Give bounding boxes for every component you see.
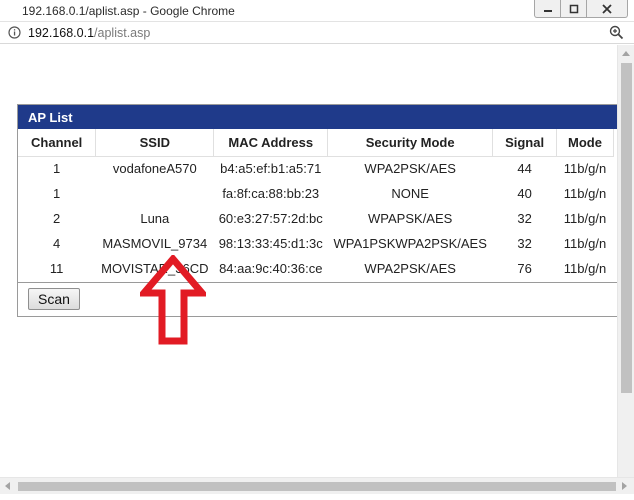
cell-ssid: vodafoneA570 <box>95 156 215 181</box>
scroll-up-arrow-icon[interactable] <box>622 51 630 56</box>
cell-channel: 1 <box>18 156 97 181</box>
cell-security: WPAPSK/AES <box>327 206 494 231</box>
ap-list-panel: AP List Channel SSID MAC Address Securit… <box>17 104 627 317</box>
column-header-channel: Channel <box>18 129 97 157</box>
table-row[interactable]: 1 vodafoneA570 b4:a5:ef:b1:a5:71 WPA2PSK… <box>18 156 614 181</box>
column-header-ssid: SSID <box>95 129 215 157</box>
column-header-signal: Signal <box>492 129 558 157</box>
cell-mac: fa:8f:ca:88:bb:23 <box>213 181 329 206</box>
cell-security: NONE <box>327 181 494 206</box>
cell-channel: 11 <box>18 256 97 281</box>
window-bottom-edge <box>0 494 634 500</box>
ap-table-container: Channel SSID MAC Address Security Mode S… <box>18 129 626 283</box>
cell-channel: 1 <box>18 181 97 206</box>
horizontal-scrollbar[interactable] <box>0 477 634 494</box>
cell-security: WPA2PSK/AES <box>327 256 494 281</box>
close-icon <box>602 3 612 14</box>
cell-signal: 40 <box>492 181 558 206</box>
cell-security: WPA1PSKWPA2PSK/AES <box>327 231 494 256</box>
up-arrow-icon <box>140 255 206 345</box>
cell-security: WPA2PSK/AES <box>327 156 494 181</box>
table-row[interactable]: 2 Luna 60:e3:27:57:2d:bc WPAPSK/AES 32 1… <box>18 206 614 231</box>
cell-channel: 2 <box>18 206 97 231</box>
cell-ssid: MASMOVIL_9734 <box>95 231 215 256</box>
cell-mode: 11b/g/n <box>556 156 614 181</box>
cell-channel: 4 <box>18 231 97 256</box>
url-host: 192.168.0.1 <box>28 26 95 40</box>
cell-ssid <box>95 181 215 206</box>
table-row[interactable]: 11 MOVISTAR_36CD 84:aa:9c:40:36:ce WPA2P… <box>18 256 614 281</box>
cell-mode: 11b/g/n <box>556 256 614 281</box>
minimize-button[interactable] <box>535 0 561 17</box>
scroll-right-arrow-icon[interactable] <box>622 482 627 490</box>
cell-signal: 76 <box>492 256 558 281</box>
cell-signal: 32 <box>492 206 558 231</box>
close-button[interactable] <box>587 0 627 17</box>
table-header-row: Channel SSID MAC Address Security Mode S… <box>18 129 614 157</box>
window-controls <box>534 0 628 18</box>
window-title: 192.168.0.1/aplist.asp - Google Chrome <box>22 4 235 18</box>
cell-mac: 98:13:33:45:d1:3c <box>213 231 329 256</box>
column-header-mac: MAC Address <box>213 129 329 157</box>
cell-mode: 11b/g/n <box>556 206 614 231</box>
url-path: /aplist.asp <box>94 26 151 40</box>
cell-ssid: Luna <box>95 206 215 231</box>
panel-title: AP List <box>18 105 626 129</box>
url-text[interactable]: 192.168.0.1/aplist.asp <box>28 26 150 40</box>
vertical-scrollbar[interactable] <box>617 45 634 483</box>
cell-mac: b4:a5:ef:b1:a5:71 <box>213 156 329 181</box>
table-row[interactable]: 1 fa:8f:ca:88:bb:23 NONE 40 11b/g/n <box>18 181 614 206</box>
zoom-icon[interactable] <box>609 25 624 40</box>
scroll-left-arrow-icon[interactable] <box>5 482 10 490</box>
horizontal-scroll-thumb[interactable] <box>18 482 616 491</box>
cell-mode: 11b/g/n <box>556 181 614 206</box>
vertical-scroll-thumb[interactable] <box>621 63 632 393</box>
column-header-security: Security Mode <box>327 129 494 157</box>
ap-table: Channel SSID MAC Address Security Mode S… <box>18 129 614 281</box>
cell-mac: 60:e3:27:57:2d:bc <box>213 206 329 231</box>
minimize-icon <box>543 9 552 12</box>
cell-mode: 11b/g/n <box>556 231 614 256</box>
maximize-icon <box>569 4 578 13</box>
window-titlebar: 192.168.0.1/aplist.asp - Google Chrome <box>0 0 634 22</box>
table-row[interactable]: 4 MASMOVIL_9734 98:13:33:45:d1:3c WPA1PS… <box>18 231 614 256</box>
cell-signal: 44 <box>492 156 558 181</box>
column-header-mode: Mode <box>556 129 614 157</box>
scan-button[interactable]: Scan <box>28 288 80 310</box>
cell-signal: 32 <box>492 231 558 256</box>
maximize-button[interactable] <box>561 0 587 17</box>
cell-mac: 84:aa:9c:40:36:ce <box>213 256 329 281</box>
address-bar[interactable]: 192.168.0.1/aplist.asp <box>0 22 634 44</box>
info-icon[interactable] <box>8 26 21 39</box>
